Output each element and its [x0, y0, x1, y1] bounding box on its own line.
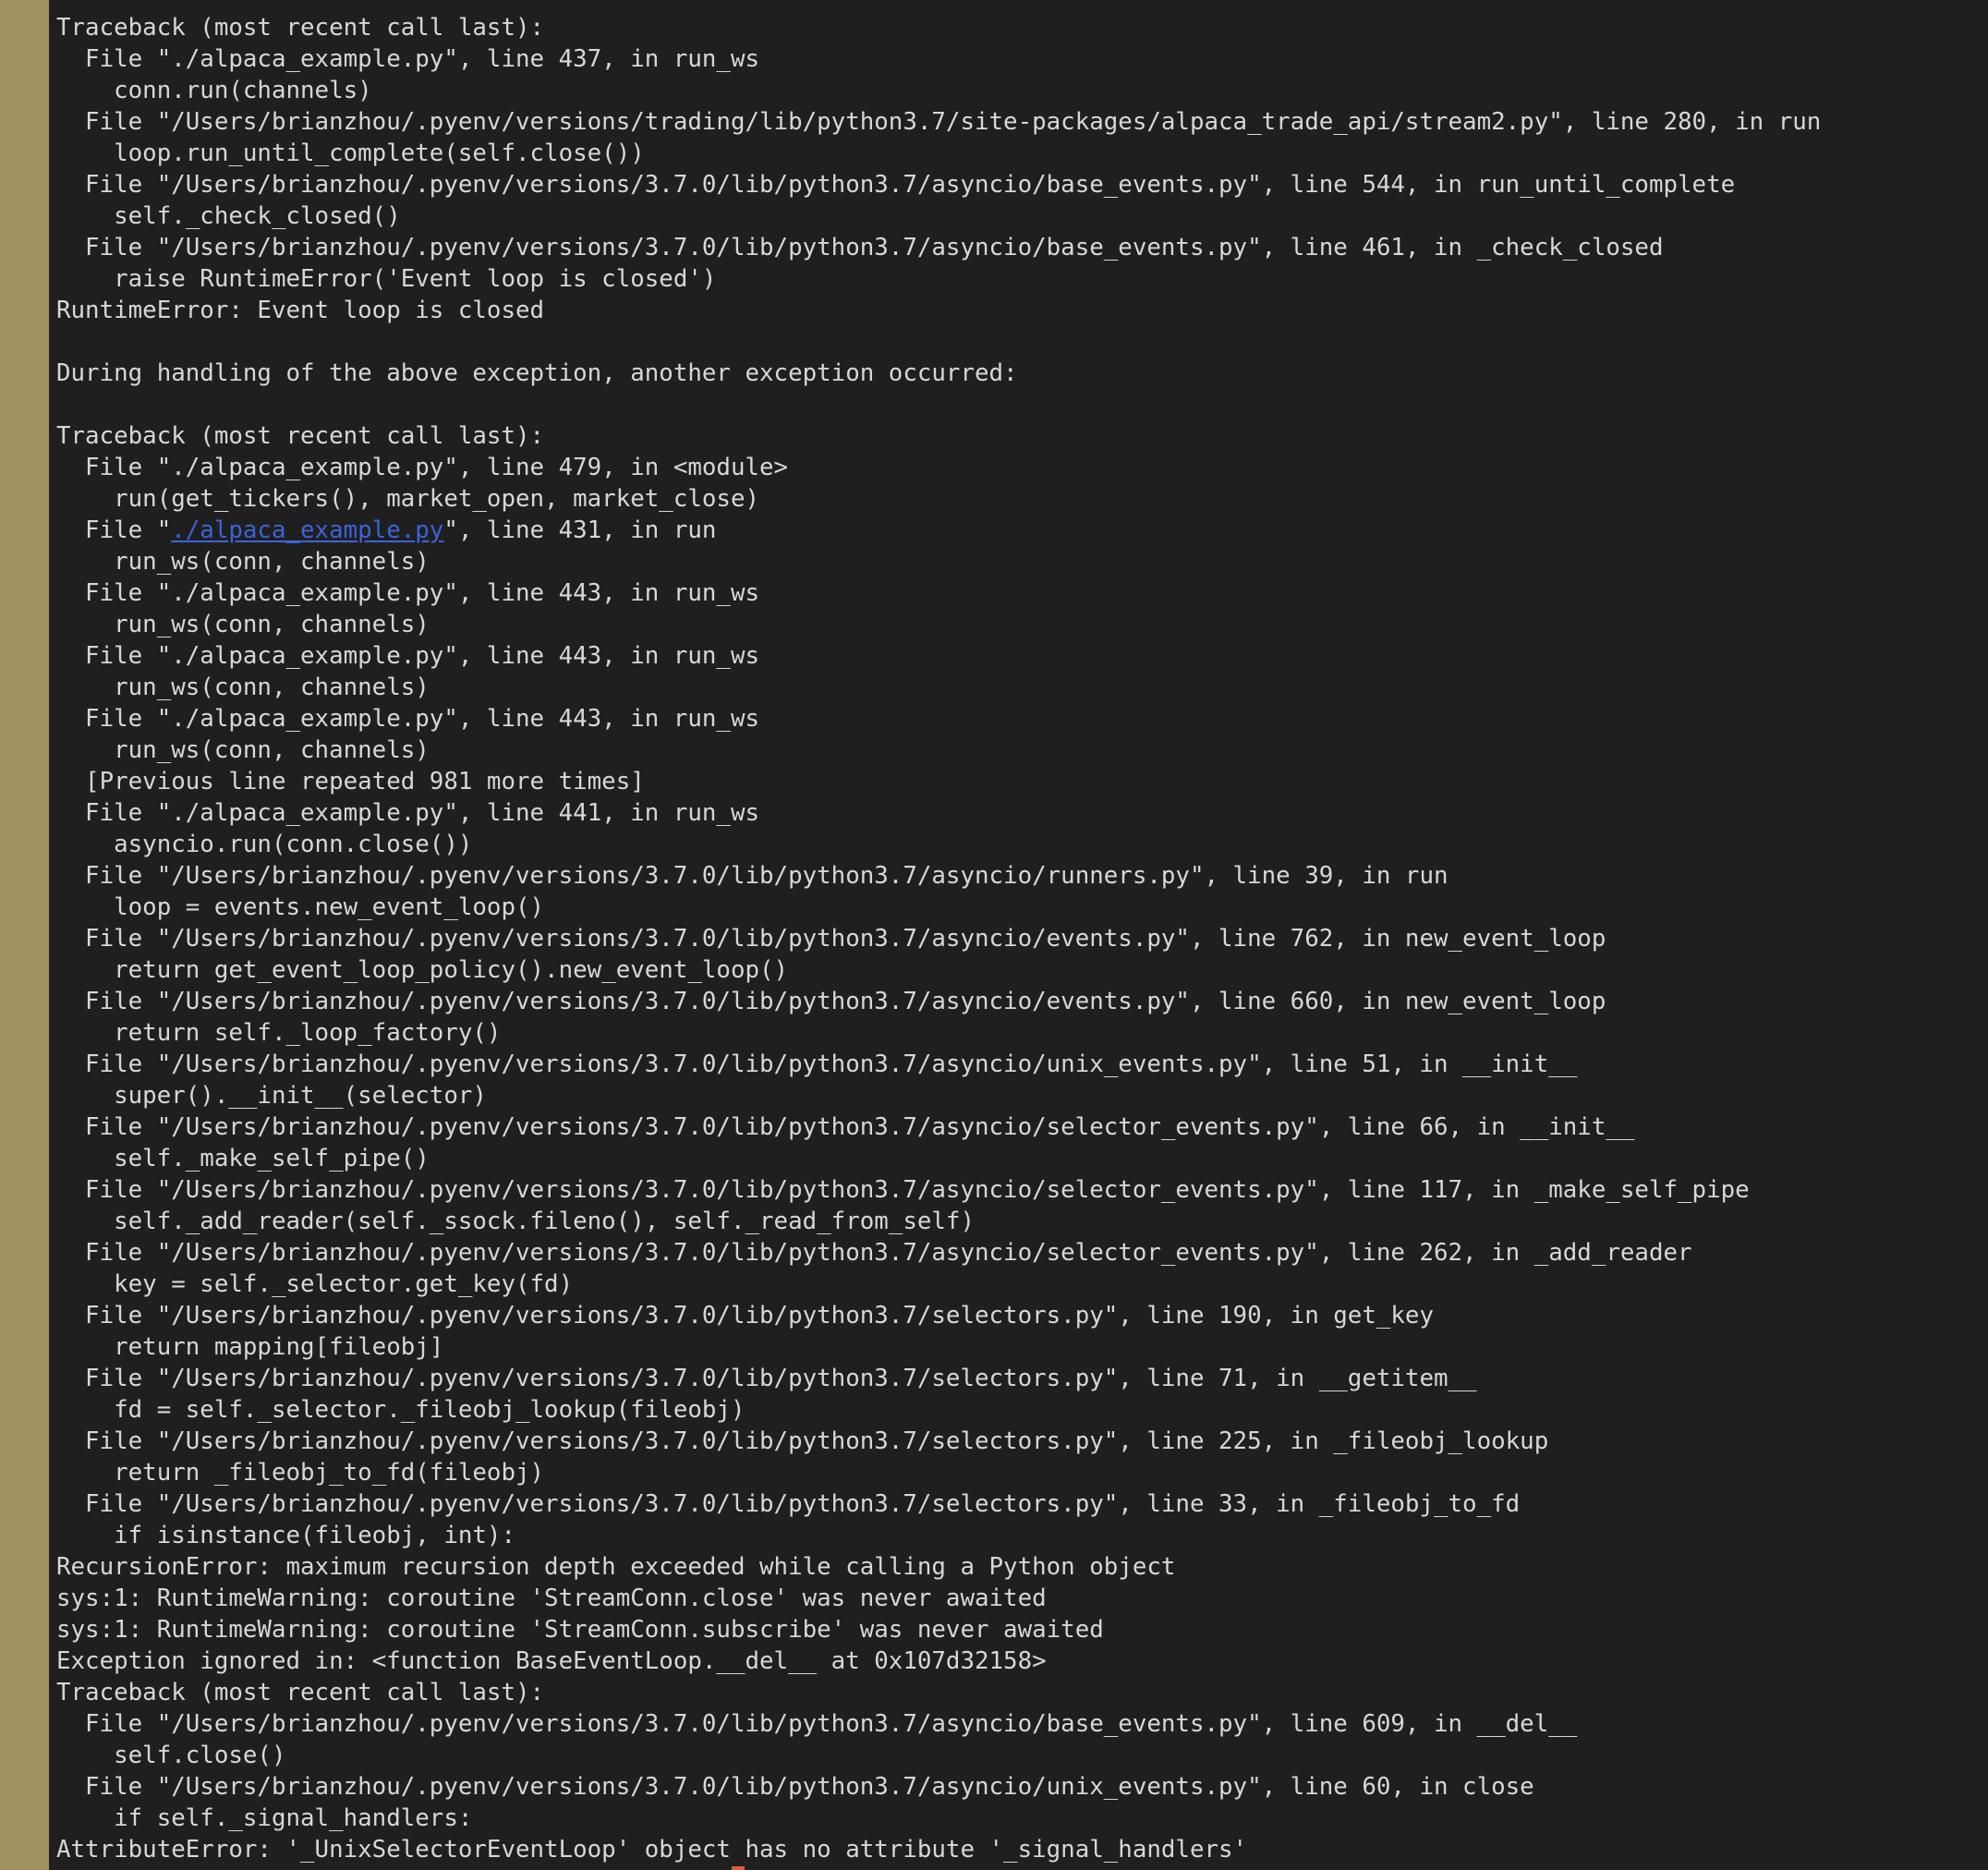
terminal-window[interactable]: Traceback (most recent call last): File … — [49, 0, 1988, 1870]
terminal-line: key = self._selector.get_key(fd) — [56, 1270, 574, 1298]
terminal-line: return mapping[fileobj] — [56, 1333, 444, 1361]
terminal-cursor — [732, 1866, 745, 1870]
terminal-line: return self._loop_factory() — [56, 1019, 502, 1047]
terminal-line: sys:1: RuntimeWarning: coroutine 'Stream… — [56, 1616, 1104, 1644]
terminal-line: File "/Users/brianzhou/.pyenv/versions/3… — [56, 1710, 1578, 1738]
file-path-link[interactable]: ./alpaca_example.py — [171, 516, 443, 544]
terminal-line: run_ws(conn, channels) — [56, 611, 430, 638]
terminal-line: self._check_closed() — [56, 202, 401, 230]
terminal-line: File "./alpaca_example.py", line 443, in… — [56, 642, 760, 670]
terminal-line: File "/Users/brianzhou/.pyenv/versions/3… — [56, 1050, 1578, 1078]
terminal-line: fd = self._selector._fileobj_lookup(file… — [56, 1396, 746, 1424]
terminal-line: File "/Users/brianzhou/.pyenv/versions/t… — [56, 108, 1822, 136]
terminal-line: return _fileobj_to_fd(fileobj) — [56, 1459, 545, 1487]
terminal-line: File "./alpaca_example.py", line 443, in… — [56, 705, 760, 733]
terminal-output[interactable]: Traceback (most recent call last): File … — [56, 12, 1982, 1865]
terminal-line: sys:1: RuntimeWarning: coroutine 'Stream… — [56, 1585, 1047, 1612]
terminal-line: return get_event_loop_policy().new_event… — [56, 956, 789, 984]
terminal-line: File "/Users/brianzhou/.pyenv/versions/3… — [56, 1773, 1534, 1801]
terminal-line: Traceback (most recent call last): — [56, 1679, 545, 1706]
terminal-line: File "./alpaca_example.py", line 443, in… — [56, 579, 760, 607]
terminal-line: File "/Users/brianzhou/.pyenv/versions/3… — [56, 862, 1449, 890]
terminal-line: File "/Users/brianzhou/.pyenv/versions/3… — [56, 171, 1736, 199]
terminal-line: loop.run_until_complete(self.close()) — [56, 140, 645, 167]
terminal-line: File "/Users/brianzhou/.pyenv/versions/3… — [56, 925, 1606, 953]
terminal-line: self._add_reader(self._ssock.fileno(), s… — [56, 1208, 975, 1235]
terminal-line: asyncio.run(conn.close()) — [56, 831, 473, 858]
terminal-line: run(get_tickers(), market_open, market_c… — [56, 485, 760, 513]
terminal-line: File "/Users/brianzhou/.pyenv/versions/3… — [56, 1490, 1521, 1518]
terminal-line: RecursionError: maximum recursion depth … — [56, 1553, 1176, 1581]
terminal-line: run_ws(conn, channels) — [56, 674, 430, 701]
terminal-line: File "./alpaca_example.py", line 479, in… — [56, 454, 789, 481]
screen: Traceback (most recent call last): File … — [0, 0, 1988, 1870]
file-suffix-text: ", line 431, in run — [443, 516, 717, 544]
terminal-line: self._make_self_pipe() — [56, 1145, 430, 1172]
terminal-line: RuntimeError: Event loop is closed — [56, 297, 545, 324]
terminal-line: [Previous line repeated 981 more times] — [56, 768, 645, 795]
terminal-line-with-link: File "./alpaca_example.py", line 431, in… — [56, 515, 1982, 546]
terminal-line: File "./alpaca_example.py", line 437, in… — [56, 45, 760, 73]
terminal-line: File "/Users/brianzhou/.pyenv/versions/3… — [56, 1302, 1434, 1330]
terminal-line: Traceback (most recent call last): — [56, 14, 545, 42]
terminal-line: Exception ignored in: <function BaseEven… — [56, 1647, 1047, 1675]
file-prefix-text: File " — [56, 516, 172, 544]
terminal-line: AttributeError: '_UnixSelectorEventLoop'… — [56, 1836, 1248, 1864]
terminal-line: File "/Users/brianzhou/.pyenv/versions/3… — [56, 1427, 1549, 1455]
terminal-line: File "/Users/brianzhou/.pyenv/versions/3… — [56, 1176, 1750, 1204]
terminal-line: During handling of the above exception, … — [56, 359, 1018, 387]
terminal-line: File "/Users/brianzhou/.pyenv/versions/3… — [56, 1239, 1692, 1267]
terminal-line: File "/Users/brianzhou/.pyenv/versions/3… — [56, 1113, 1635, 1141]
desktop-wallpaper-strip — [0, 0, 49, 1870]
terminal-line: if self._signal_handlers: — [56, 1804, 473, 1832]
terminal-line: if isinstance(fileobj, int): — [56, 1522, 515, 1549]
terminal-line: run_ws(conn, channels) — [56, 548, 430, 576]
terminal-line: conn.run(channels) — [56, 77, 372, 104]
terminal-line: File "/Users/brianzhou/.pyenv/versions/3… — [56, 988, 1606, 1015]
terminal-line: File "./alpaca_example.py", line 441, in… — [56, 799, 760, 827]
terminal-line: raise RuntimeError('Event loop is closed… — [56, 265, 717, 293]
terminal-line: loop = events.new_event_loop() — [56, 893, 545, 921]
terminal-line: File "/Users/brianzhou/.pyenv/versions/3… — [56, 234, 1664, 261]
terminal-line: self.close() — [56, 1742, 286, 1769]
terminal-line: super().__init__(selector) — [56, 1082, 487, 1110]
terminal-line: Traceback (most recent call last): — [56, 422, 545, 450]
terminal-line: File "/Users/brianzhou/.pyenv/versions/3… — [56, 1365, 1477, 1392]
terminal-line: run_ws(conn, channels) — [56, 736, 430, 764]
